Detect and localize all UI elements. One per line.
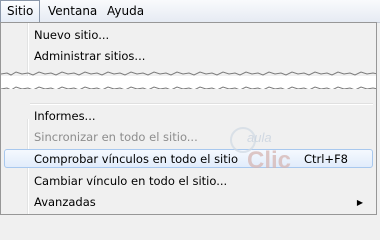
menu-item-administrar-sitios[interactable]: Administrar sitios... (4, 47, 373, 66)
menu-item-label: Cambiar vínculo en todo el sitio... (34, 174, 228, 188)
sitio-dropdown-menu: Nuevo sitio... Administrar sitios... Inf… (0, 22, 377, 215)
menu-item-avanzadas[interactable]: Avanzadas ▶ (4, 193, 373, 212)
menu-item-comprobar-vinculos[interactable]: Comprobar vínculos en todo el sitio Ctrl… (4, 149, 373, 168)
menu-item-label: Avanzadas (34, 195, 96, 209)
menu-item-label: Nuevo sitio... (34, 28, 110, 42)
menu-item-shortcut: Ctrl+F8 (303, 152, 348, 166)
menu-sitio-label: Sitio (7, 4, 34, 18)
menu-item-label: Informes... (34, 109, 96, 123)
submenu-arrow-icon: ▶ (356, 198, 363, 207)
menu-bar: Sitio Ventana Ayuda (0, 0, 380, 23)
menu-ayuda-label: Ayuda (107, 4, 145, 18)
menu-item-informes[interactable]: Informes... (4, 107, 373, 126)
menu-item-nuevo-sitio[interactable]: Nuevo sitio... (4, 26, 373, 45)
menu-item-sincronizar: Sincronizar en todo el sitio... (4, 128, 373, 147)
menu-ventana[interactable]: Ventana (42, 0, 103, 22)
menu-ventana-label: Ventana (48, 4, 98, 18)
menu-item-label: Sincronizar en todo el sitio... (34, 130, 198, 144)
menu-item-cambiar-vinculo[interactable]: Cambiar vínculo en todo el sitio... (4, 172, 373, 191)
menu-separator (30, 103, 373, 105)
menu-sitio[interactable]: Sitio (0, 0, 40, 22)
menu-item-label: Comprobar vínculos en todo el sitio (34, 152, 238, 166)
menu-ayuda[interactable]: Ayuda (101, 0, 150, 22)
menu-item-label: Administrar sitios... (34, 49, 146, 63)
